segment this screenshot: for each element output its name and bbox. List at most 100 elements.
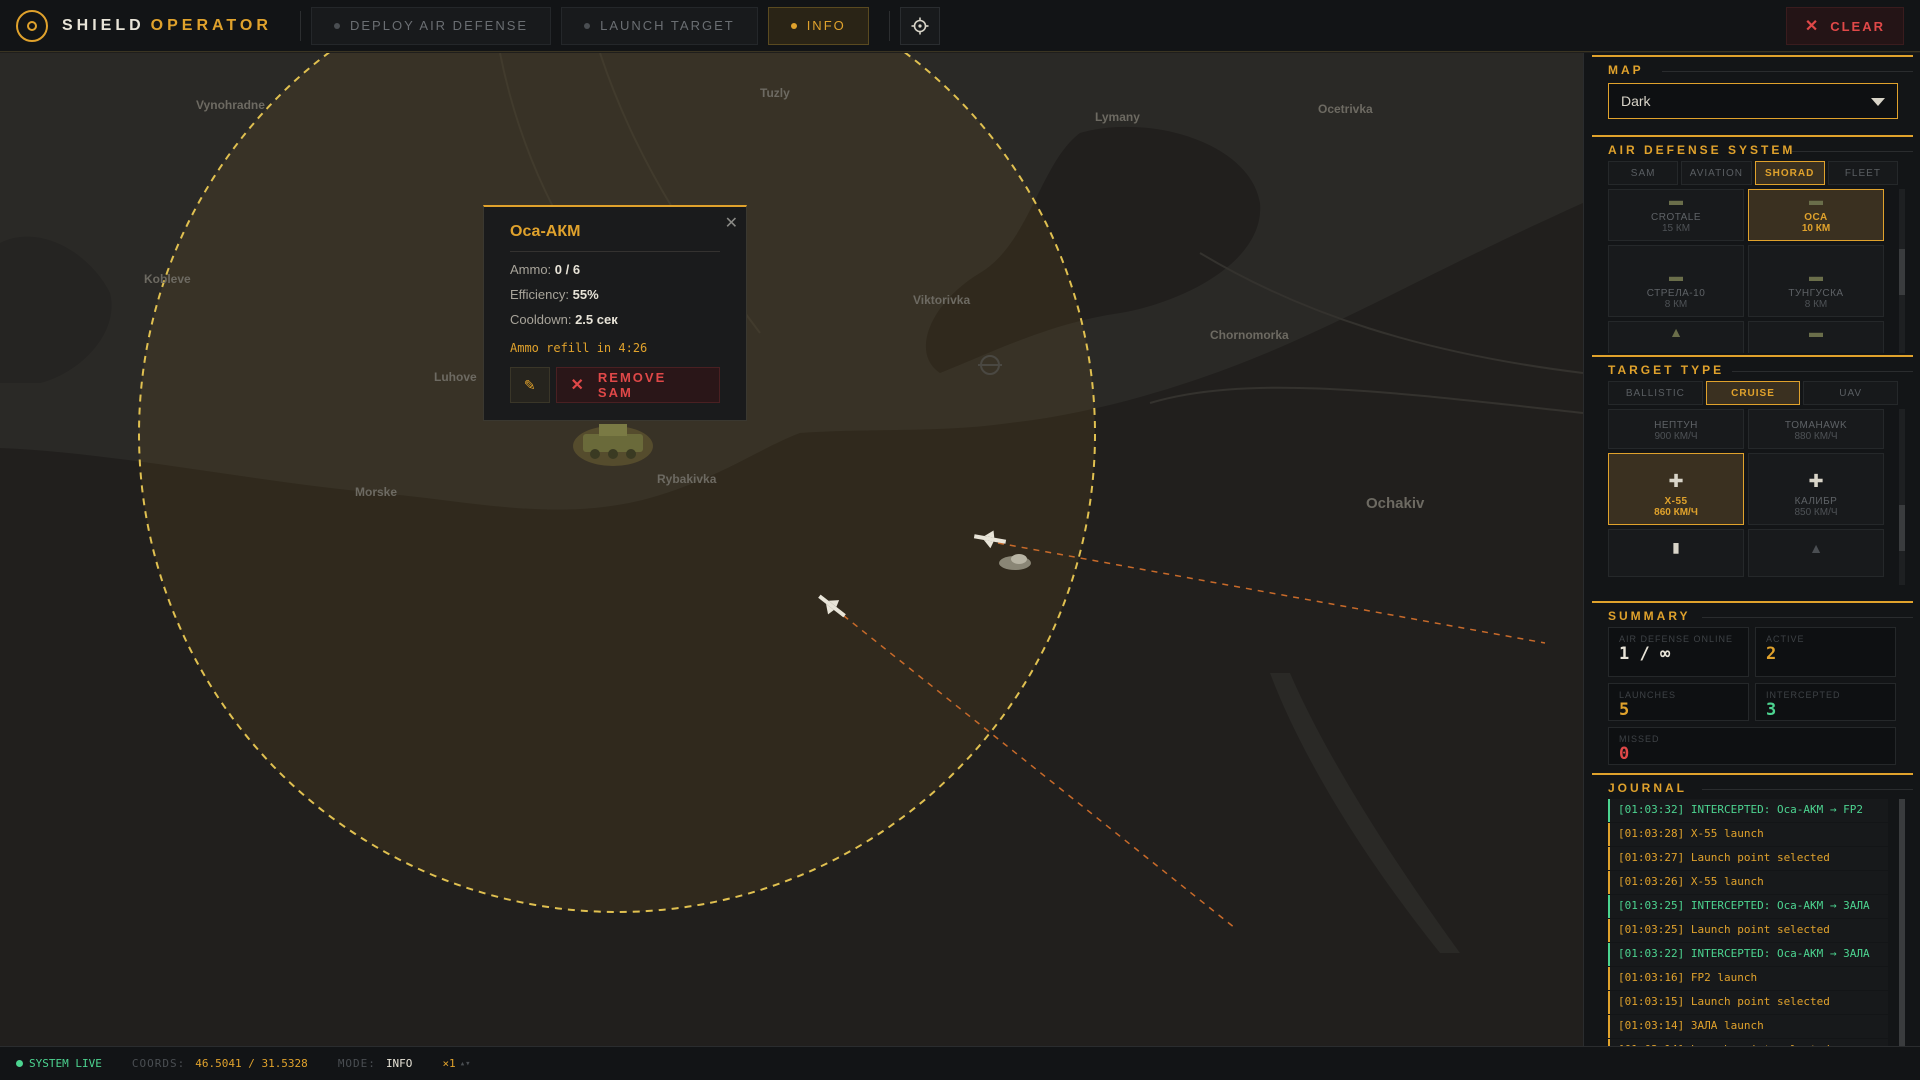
tank-icon: ▬	[1809, 324, 1823, 340]
card-range: 15 КМ	[1661, 223, 1691, 234]
divider	[1792, 151, 1913, 152]
target-card-neptun[interactable]: НЕПТУН 900 КМ/Ч	[1608, 409, 1744, 449]
close-icon[interactable]: ✕	[725, 213, 738, 233]
remove-sam-label: REMOVE SAM	[597, 370, 667, 400]
target-card-partial[interactable]: ▮	[1608, 529, 1744, 577]
stat-intercepted: INTERCEPTED 3	[1755, 683, 1896, 721]
crosshair-button[interactable]	[899, 6, 940, 45]
ammo-row: Ammo: 0 / 6	[510, 262, 720, 277]
clear-button[interactable]: ✕ CLEAR	[1785, 7, 1904, 45]
edit-button[interactable]: ✎	[510, 367, 550, 403]
card-name: Х-55	[1664, 496, 1688, 507]
scroll-thumb[interactable]	[1899, 249, 1905, 295]
live-dot-icon	[16, 1060, 23, 1067]
summary-section: SUMMARY AIR DEFENSE ONLINE 1 / ∞ ACTIVE 2 …	[1592, 601, 1913, 767]
cooldown-value: 2.5 сек	[575, 312, 618, 327]
tab-cruise[interactable]: CRUISE	[1705, 381, 1801, 405]
tank-icon: ▬	[1669, 268, 1683, 284]
shield-logo-icon	[16, 9, 48, 42]
card-name: КАЛИБР	[1794, 496, 1838, 507]
stat-missed: MISSED 0	[1608, 727, 1896, 765]
stat-label: LAUNCHES	[1619, 690, 1677, 700]
stat-active: ACTIVE 2	[1755, 627, 1896, 677]
ads-card-osa[interactable]: ▬ ОСА 10 КМ	[1748, 189, 1884, 241]
divider	[888, 10, 890, 41]
card-name: НЕПТУН	[1654, 420, 1698, 431]
stat-value: 3	[1766, 700, 1777, 720]
journal-list[interactable]: [01:03:32] INTERCEPTED: Оса-АКМ → FP2 [0…	[1608, 799, 1888, 1049]
tab-uav[interactable]: UAV	[1803, 381, 1899, 405]
air-defense-section: AIR DEFENSE SYSTEM SAM AVIATION SHORAD F…	[1592, 135, 1913, 353]
section-title: SUMMARY	[1608, 609, 1691, 623]
unit-info-popup: Оса-АКМ ✕ Ammo: 0 / 6 Efficiency: 55% Co…	[483, 205, 747, 421]
stat-label: MISSED	[1619, 734, 1660, 744]
card-range: 8 КМ	[1664, 299, 1688, 310]
stat-launches: LAUNCHES 5	[1608, 683, 1749, 721]
section-title: MAP	[1608, 63, 1644, 77]
journal-entry: [01:03:26] Х-55 launch	[1608, 871, 1888, 894]
sidebar: MAP Dark AIR DEFENSE SYSTEM SAM AVIATION…	[1583, 53, 1920, 1049]
journal-entry: [01:03:32] INTERCEPTED: Оса-АКМ → FP2	[1608, 799, 1888, 822]
cooldown-row: Cooldown: 2.5 сек	[510, 312, 720, 327]
info-button[interactable]: INFO	[767, 6, 869, 45]
card-name: TOMAHAWK	[1784, 420, 1848, 431]
tab-sam[interactable]: SAM	[1608, 161, 1679, 185]
place-label: Lymany	[1095, 110, 1140, 124]
stat-value: 1 / ∞	[1619, 644, 1671, 664]
brand: SHIELD OPERATOR	[0, 9, 290, 42]
tab-aviation[interactable]: AVIATION	[1681, 161, 1752, 185]
target-type-section: TARGET TYPE BALLISTIC CRUISE UAV НЕПТУН 9…	[1592, 355, 1913, 587]
divider	[1732, 371, 1913, 372]
pencil-icon: ✎	[523, 376, 536, 393]
tank-icon: ▲	[1669, 324, 1683, 340]
stat-label: AIR DEFENSE ONLINE	[1619, 634, 1734, 644]
target-card-kh55[interactable]: ✚ Х-55 860 КМ/Ч	[1608, 453, 1744, 525]
tab-fleet[interactable]: FLEET	[1827, 161, 1898, 185]
target-card-partial[interactable]: ▲	[1748, 529, 1884, 577]
place-label: Kobleve	[144, 272, 191, 286]
ads-card-crotale[interactable]: ▬ CROTALE 15 КМ	[1608, 189, 1744, 241]
journal-scrollbar[interactable]	[1899, 799, 1905, 1049]
place-label: Chornomorka	[1210, 328, 1289, 342]
map-canvas[interactable]: Vynohradne Tuzly Lymany Ocetrivka Koblev…	[0, 53, 1583, 1046]
divider	[1702, 617, 1913, 618]
launch-target-button[interactable]: LAUNCH TARGET	[561, 6, 758, 45]
status-dot-icon	[584, 22, 591, 29]
remove-sam-button[interactable]: ✕ REMOVE SAM	[555, 367, 720, 403]
tab-shorad[interactable]: SHORAD	[1754, 161, 1825, 185]
journal-entry: [01:03:25] INTERCEPTED: Оса-АКМ → ЗАЛА	[1608, 895, 1888, 918]
card-range: 8 КМ	[1804, 299, 1828, 310]
chevron-updown-icon[interactable]: ▴▾	[460, 1059, 471, 1069]
close-icon: ✕	[1804, 18, 1821, 35]
stat-value: 2	[1766, 644, 1777, 664]
journal-entry: [01:03:15] Launch point selected	[1608, 991, 1888, 1014]
ads-card-partial[interactable]: ▲	[1608, 321, 1744, 353]
coords-value: 46.5041 / 31.5328	[195, 1057, 308, 1070]
scroll-thumb[interactable]	[1899, 505, 1905, 551]
card-speed: 900 КМ/Ч	[1654, 431, 1698, 442]
section-title: TARGET TYPE	[1608, 363, 1725, 377]
target-grid: НЕПТУН 900 КМ/Ч TOMAHAWK 880 КМ/Ч ✚ Х-55 860…	[1608, 409, 1885, 585]
target-scrollbar[interactable]	[1899, 409, 1905, 585]
ads-card-partial[interactable]: ▬	[1748, 321, 1884, 353]
map-section: MAP Dark	[1592, 55, 1913, 133]
mode-label: LAUNCH TARGET	[600, 18, 735, 33]
crosshair-icon	[911, 17, 929, 34]
stat-label: INTERCEPTED	[1766, 690, 1841, 700]
map-layer	[0, 53, 1583, 1046]
ammo-label: Ammo:	[510, 262, 552, 277]
target-card-tomahawk[interactable]: TOMAHAWK 880 КМ/Ч	[1748, 409, 1884, 449]
stat-value: 0	[1619, 744, 1630, 764]
target-card-kalibr[interactable]: ✚ КАЛИБР 850 КМ/Ч	[1748, 453, 1884, 525]
ads-card-tunguska[interactable]: ▬ ТУНГУСКА 8 КМ	[1748, 245, 1884, 317]
ads-scrollbar[interactable]	[1899, 189, 1905, 353]
scroll-thumb[interactable]	[1899, 799, 1905, 1049]
ammo-refill-text: Ammo refill in 4:26	[510, 341, 648, 355]
divider	[1662, 71, 1913, 72]
deploy-air-defense-button[interactable]: DEPLOY AIR DEFENSE	[311, 6, 552, 45]
card-name: СТРЕЛА-10	[1646, 288, 1706, 299]
map-style-select[interactable]: Dark	[1608, 83, 1898, 119]
ads-card-strela[interactable]: ▬ СТРЕЛА-10 8 КМ	[1608, 245, 1744, 317]
missile-icon: ▮	[1672, 539, 1680, 555]
tab-ballistic[interactable]: BALLISTIC	[1608, 381, 1703, 405]
